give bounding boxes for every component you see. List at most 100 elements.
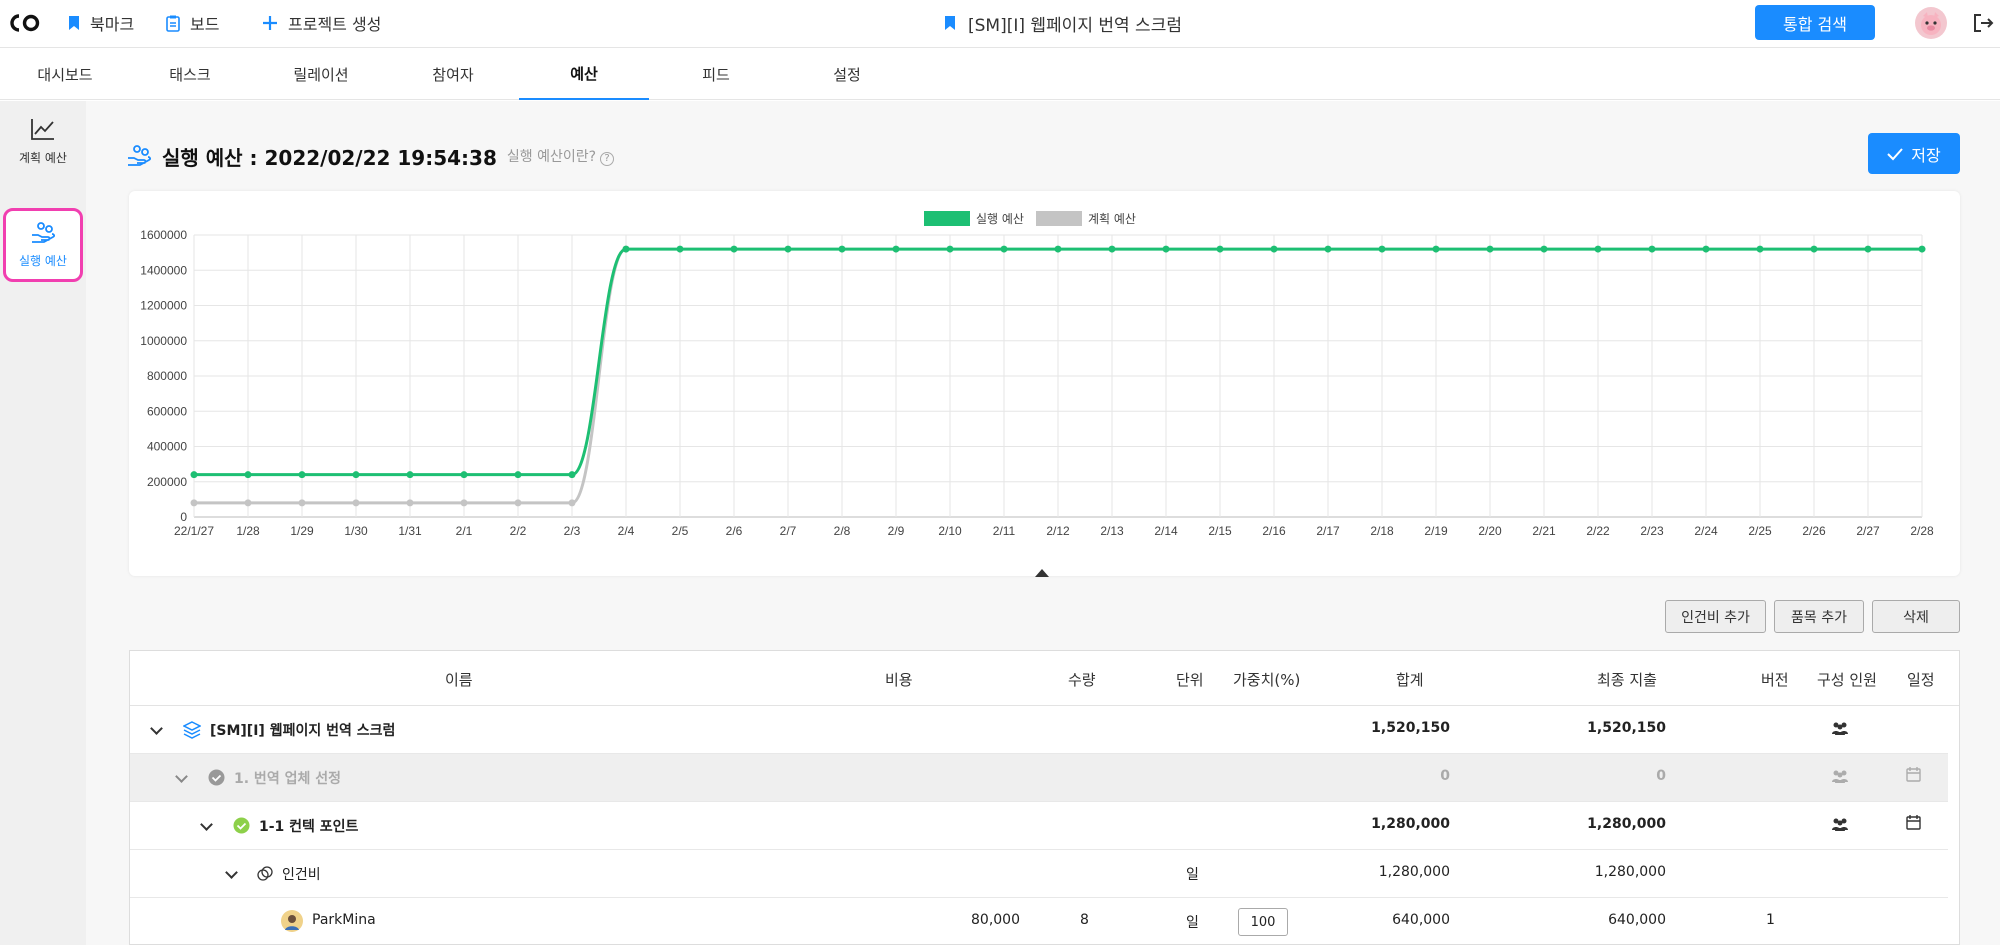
data-point xyxy=(1324,245,1332,253)
data-point xyxy=(1540,245,1548,253)
row-total: 1,520,150 xyxy=(1371,720,1450,736)
tab-dashboard[interactable]: 대시보드 xyxy=(0,48,130,100)
members-icon[interactable] xyxy=(1831,817,1849,831)
y-tick-label: 1400000 xyxy=(140,263,187,277)
data-point xyxy=(676,245,684,253)
help-link[interactable]: 실행 예산이란?? xyxy=(507,146,615,166)
delete-button[interactable]: 삭제 xyxy=(1872,600,1960,633)
tab-tasks[interactable]: 태스크 xyxy=(125,48,255,100)
table-row[interactable]: 인건비 일 1,280,000 1,280,000 xyxy=(130,850,1948,898)
project-title-text: [SM][I] 웹페이지 번역 스크럼 xyxy=(968,15,1182,36)
header-final-spend: 최종 지출 xyxy=(1597,671,1657,689)
row-name: 1. 번역 업체 선정 xyxy=(234,771,341,787)
data-point xyxy=(1162,245,1170,253)
header-weight: 가중치(%) xyxy=(1233,671,1301,689)
row-final: 1,520,150 xyxy=(1587,720,1666,736)
data-point xyxy=(1702,245,1710,253)
y-tick-label: 0 xyxy=(180,510,187,524)
global-search-button[interactable]: 통합 검색 xyxy=(1755,5,1875,40)
x-tick-label: 2/25 xyxy=(1748,524,1772,538)
line-chart-icon xyxy=(31,118,54,140)
table-row[interactable]: ParkMina 80,000 8 일 100 640,000 640,000 … xyxy=(130,898,1948,944)
chevron-down-icon[interactable] xyxy=(225,866,238,879)
top-navigation-bar: 북마크 보드 프로젝트 생성 [SM][I] 웹페이지 번역 스크럼 통합 검색 xyxy=(0,0,2000,48)
table-row[interactable]: [SM][I] 웹페이지 번역 스크럼 1,520,150 1,520,150 xyxy=(130,706,1948,754)
row-name: 1-1 컨텍 포인트 xyxy=(259,819,359,835)
bookmark-button[interactable]: 북마크 xyxy=(68,10,134,36)
add-item-button[interactable]: 품목 추가 xyxy=(1774,600,1864,633)
calendar-icon[interactable] xyxy=(1906,767,1921,782)
sidebar-item-label: 실행 예산 xyxy=(19,253,67,268)
add-labor-button[interactable]: 인건비 추가 xyxy=(1665,600,1766,633)
app-logo-icon[interactable] xyxy=(8,11,44,35)
check-icon xyxy=(1887,147,1904,160)
members-icon[interactable] xyxy=(1831,769,1849,783)
x-tick-label: 2/10 xyxy=(938,524,962,538)
data-point xyxy=(1432,245,1440,253)
row-cost: 80,000 xyxy=(971,912,1020,928)
header-total: 합계 xyxy=(1396,671,1424,689)
sidebar-item-execution-budget[interactable]: 실행 예산 xyxy=(3,208,83,282)
budget-sidebar: 계획 예산 실행 예산 xyxy=(0,101,86,945)
x-tick-label: 2/17 xyxy=(1316,524,1340,538)
chevron-down-icon[interactable] xyxy=(175,770,188,783)
data-point xyxy=(1270,245,1278,253)
collapse-chart-arrow-icon[interactable] xyxy=(1035,569,1049,577)
data-point xyxy=(1756,245,1764,253)
bookmark-icon xyxy=(69,16,79,30)
budget-chart: 1600000 1400000 1200000 1000000 800000 600000… xyxy=(129,191,1960,576)
weight-input[interactable]: 100 xyxy=(1238,908,1288,936)
data-point xyxy=(1486,245,1494,253)
data-point xyxy=(1918,245,1926,253)
data-point xyxy=(244,471,252,479)
data-point xyxy=(406,471,414,479)
x-tick-label: 2/11 xyxy=(993,524,1016,538)
data-point xyxy=(298,499,306,507)
tab-relations[interactable]: 릴레이션 xyxy=(256,48,386,100)
chevron-down-icon[interactable] xyxy=(200,818,213,831)
data-point xyxy=(1108,245,1116,253)
table-row[interactable]: 1-1 컨텍 포인트 1,280,000 1,280,000 xyxy=(130,802,1948,850)
user-avatar xyxy=(281,910,303,932)
x-tick-label: 2/22 xyxy=(1586,524,1610,538)
tab-feed[interactable]: 피드 xyxy=(651,48,781,100)
data-point xyxy=(1648,245,1656,253)
logout-icon[interactable] xyxy=(1972,12,1994,34)
data-point xyxy=(460,499,468,507)
row-final: 1,280,000 xyxy=(1587,816,1666,832)
tab-participants[interactable]: 참여자 xyxy=(388,48,518,100)
calendar-icon[interactable] xyxy=(1906,815,1921,830)
data-point xyxy=(298,471,306,479)
sidebar-item-planned-budget[interactable]: 계획 예산 xyxy=(0,101,86,181)
board-button[interactable]: 보드 xyxy=(166,10,219,36)
tab-settings[interactable]: 설정 xyxy=(782,48,912,100)
data-point xyxy=(730,245,738,253)
header-unit: 단위 xyxy=(1176,671,1204,689)
x-tick-label: 2/18 xyxy=(1370,524,1394,538)
x-tick-label: 1/28 xyxy=(236,524,260,538)
data-point xyxy=(1378,245,1386,253)
row-final: 1,280,000 xyxy=(1594,864,1666,880)
clipboard-icon xyxy=(166,15,180,32)
legend-swatch xyxy=(1036,211,1082,226)
header-name: 이름 xyxy=(445,671,473,689)
data-point xyxy=(1810,245,1818,253)
tab-budget[interactable]: 예산 xyxy=(519,48,649,100)
x-tick-label: 2/5 xyxy=(672,524,689,538)
board-label: 보드 xyxy=(190,15,220,34)
table-row[interactable]: 1. 번역 업체 선정 0 0 xyxy=(130,754,1948,802)
members-icon[interactable] xyxy=(1831,721,1849,735)
x-tick-label: 2/26 xyxy=(1802,524,1826,538)
hand-coins-icon xyxy=(32,221,55,243)
hand-coins-icon xyxy=(128,145,151,166)
header-version: 버전 xyxy=(1761,671,1789,689)
save-button[interactable]: 저장 xyxy=(1868,133,1960,174)
chevron-down-icon[interactable] xyxy=(150,722,163,735)
main-content: 실행 예산 : 2022/02/22 19:54:38 실행 예산이란?? 저장… xyxy=(86,101,2000,945)
user-avatar[interactable] xyxy=(1915,7,1947,39)
y-tick-label: 1000000 xyxy=(140,334,187,348)
x-tick-label: 1/30 xyxy=(344,524,368,538)
x-tick-label: 2/3 xyxy=(564,524,581,538)
x-tick-label: 2/1 xyxy=(456,524,473,538)
create-project-button[interactable]: 프로젝트 생성 xyxy=(262,10,381,36)
